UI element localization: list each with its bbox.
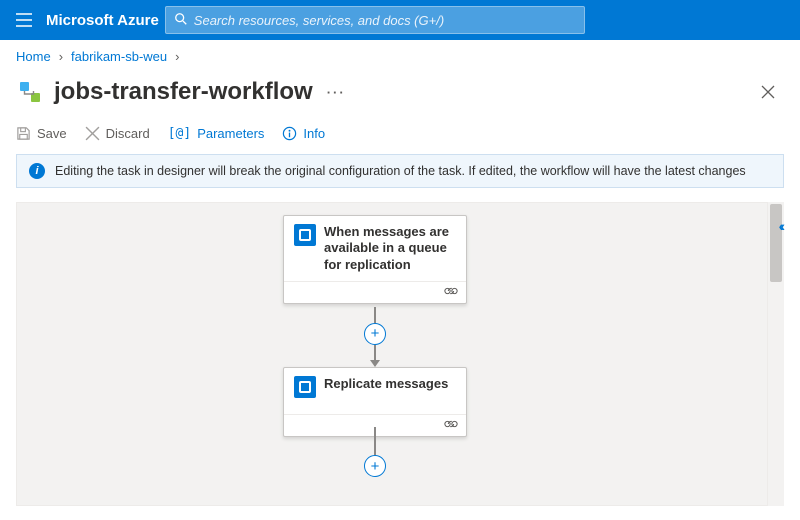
save-label: Save bbox=[37, 126, 67, 141]
scrollbar-thumb[interactable] bbox=[770, 204, 782, 282]
banner-text: Editing the task in designer will break … bbox=[55, 164, 746, 178]
command-bar: Save Discard [@] Parameters Info bbox=[0, 114, 800, 154]
save-button[interactable]: Save bbox=[16, 126, 67, 141]
info-label: Info bbox=[303, 126, 325, 141]
menu-icon[interactable] bbox=[8, 4, 40, 36]
trigger-card[interactable]: When messages are available in a queue f… bbox=[283, 215, 467, 304]
parameters-label: Parameters bbox=[197, 126, 264, 141]
link-icon bbox=[444, 418, 458, 433]
chevron-right-icon: › bbox=[59, 49, 63, 64]
parameters-button[interactable]: [@] Parameters bbox=[168, 126, 265, 141]
editing-warning-banner: i Editing the task in designer will brea… bbox=[16, 154, 784, 188]
arrow-down-icon bbox=[370, 360, 380, 367]
chevron-right-icon: › bbox=[175, 49, 179, 64]
breadcrumb: Home › fabrikam-sb-weu › bbox=[0, 40, 800, 72]
global-search[interactable] bbox=[165, 6, 585, 34]
service-bus-icon bbox=[294, 376, 316, 398]
logic-app-icon bbox=[16, 78, 44, 106]
designer-canvas[interactable]: When messages are available in a queue f… bbox=[16, 202, 768, 506]
action-title: Replicate messages bbox=[324, 376, 448, 406]
trigger-title: When messages are available in a queue f… bbox=[324, 224, 456, 273]
info-icon bbox=[282, 126, 297, 141]
connector: + bbox=[363, 427, 387, 477]
connector: + bbox=[363, 307, 387, 367]
info-icon: i bbox=[29, 163, 45, 179]
breadcrumb-parent[interactable]: fabrikam-sb-weu bbox=[71, 49, 167, 64]
page-title: jobs-transfer-workflow bbox=[54, 78, 313, 106]
overflow-button[interactable]: ··· bbox=[327, 85, 346, 100]
search-icon bbox=[174, 12, 188, 29]
discard-label: Discard bbox=[106, 126, 150, 141]
brand-label: Microsoft Azure bbox=[46, 12, 159, 29]
add-step-button[interactable]: + bbox=[364, 455, 386, 477]
scrollbar[interactable] bbox=[768, 202, 784, 506]
link-icon bbox=[444, 285, 458, 300]
collapse-panel-button[interactable]: ‹‹ bbox=[779, 218, 782, 234]
close-icon[interactable] bbox=[752, 76, 784, 108]
discard-button[interactable]: Discard bbox=[85, 126, 150, 141]
add-step-button[interactable]: + bbox=[364, 323, 386, 345]
service-bus-icon bbox=[294, 224, 316, 246]
breadcrumb-home[interactable]: Home bbox=[16, 49, 51, 64]
parameters-icon: [@] bbox=[168, 126, 191, 141]
search-input[interactable] bbox=[194, 13, 576, 28]
info-button[interactable]: Info bbox=[282, 126, 325, 141]
